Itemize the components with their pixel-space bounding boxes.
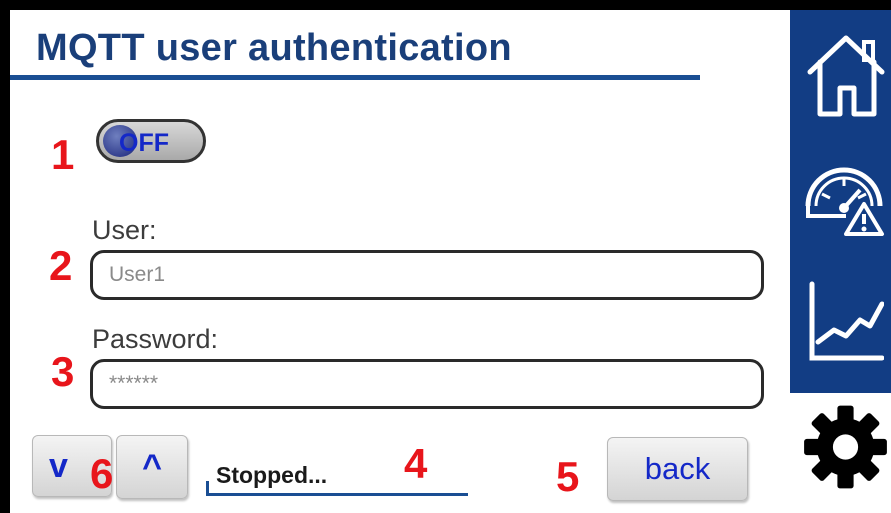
sidebar	[790, 10, 891, 393]
password-value: ******	[109, 372, 159, 395]
status-text: Stopped...	[216, 462, 328, 488]
back-label: back	[644, 451, 711, 486]
marker-5: 5	[556, 453, 580, 500]
user-field[interactable]: User1	[90, 250, 764, 300]
home-icon[interactable]	[804, 28, 888, 125]
marker-1: 1	[51, 131, 75, 178]
toggle-state: OFF	[119, 129, 169, 157]
screen: MQTT user authentication 1 2 3 4 5 OFF U…	[10, 10, 891, 513]
gear-icon[interactable]	[800, 402, 891, 497]
password-field[interactable]: ******	[90, 359, 764, 409]
marker-2: 2	[49, 242, 73, 289]
marker-6: 6	[90, 450, 114, 497]
scroll-up-label: ^	[142, 447, 162, 486]
marker-4: 4	[404, 440, 428, 487]
scroll-down-label: v	[49, 446, 68, 485]
password-label: Password:	[92, 324, 219, 354]
page-title: MQTT user authentication	[36, 27, 512, 69]
chart-icon[interactable]	[806, 280, 885, 369]
user-value: User1	[109, 263, 166, 286]
gauge-warning-icon[interactable]	[802, 158, 890, 243]
auth-toggle[interactable]: OFF	[96, 119, 206, 163]
title-underline	[10, 75, 700, 80]
user-label: User:	[92, 215, 157, 245]
scroll-up-button[interactable]: ^	[116, 435, 188, 499]
marker-3: 3	[51, 348, 75, 395]
back-button[interactable]: back	[607, 437, 748, 501]
status-underline	[206, 493, 468, 496]
